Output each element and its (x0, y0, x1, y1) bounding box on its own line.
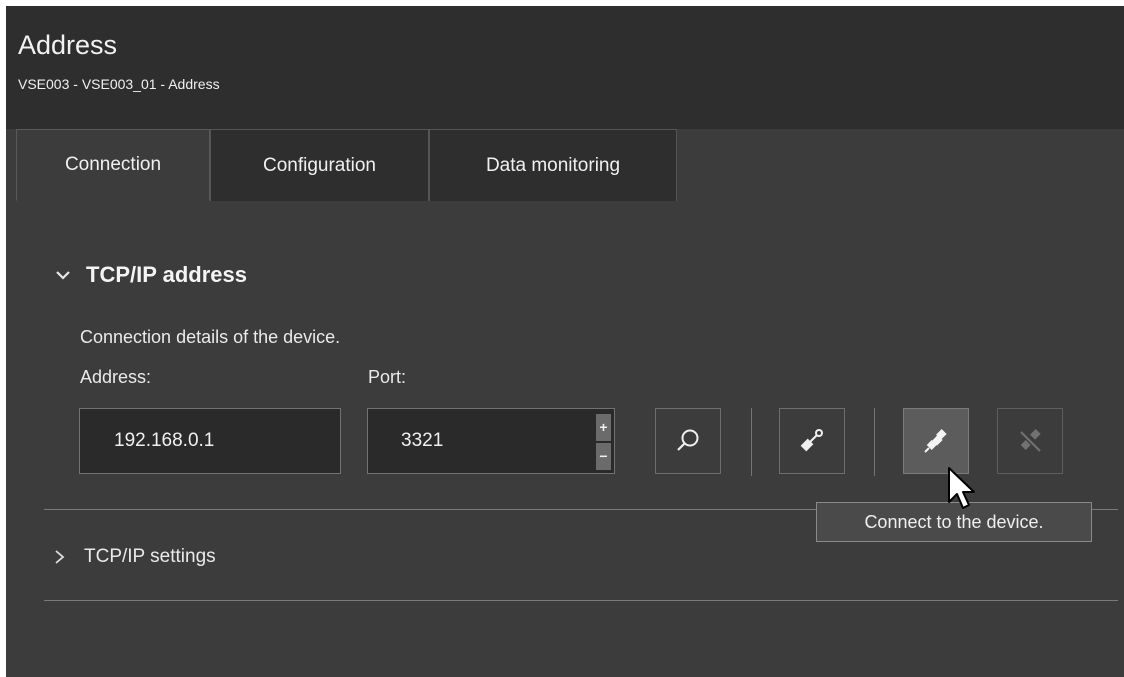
plug-button[interactable] (779, 408, 845, 474)
mouse-pointer-icon (948, 467, 975, 509)
port-label: Port: (368, 367, 407, 387)
chevron-right-icon (55, 550, 65, 564)
section-divider (44, 600, 1118, 601)
search-icon (677, 429, 699, 451)
tcpip-address-section-header[interactable]: TCP/IP address (52, 262, 247, 288)
address-label: Address: (80, 367, 152, 387)
section-title: TCP/IP address (86, 262, 247, 287)
toolbar-divider (874, 408, 875, 476)
port-field-wrapper: + − (367, 408, 615, 474)
port-decrement-button[interactable]: − (596, 443, 611, 470)
tab-data-monitoring[interactable]: Data monitoring (429, 129, 677, 201)
connect-button[interactable] (903, 408, 969, 474)
disconnect-icon (1020, 429, 1041, 452)
settings-title: TCP/IP settings (84, 546, 216, 567)
tab-connection[interactable]: Connection (16, 129, 210, 201)
chevron-down-icon (56, 271, 70, 280)
plug-icon (800, 429, 823, 452)
disconnect-button[interactable] (997, 408, 1063, 474)
page-title: Address (18, 30, 118, 60)
header-bar: Address VSE003 - VSE003_01 - Address (6, 6, 1124, 129)
address-field-wrapper (79, 408, 341, 474)
port-input[interactable] (399, 429, 614, 453)
breadcrumb: VSE003 - VSE003_01 - Address (18, 76, 220, 92)
tab-configuration[interactable]: Configuration (210, 129, 429, 201)
port-increment-button[interactable]: + (596, 414, 611, 441)
tcpip-settings-section-header[interactable]: TCP/IP settings (52, 546, 216, 568)
search-device-button[interactable] (655, 408, 721, 474)
section-description: Connection details of the device. (80, 327, 341, 347)
toolbar-divider (751, 408, 752, 476)
connect-icon (924, 429, 947, 453)
address-input[interactable] (112, 429, 340, 453)
